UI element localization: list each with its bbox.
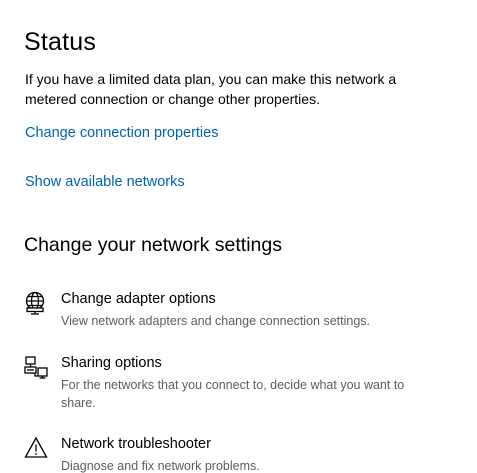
network-troubleshooter-title: Network troubleshooter	[61, 436, 211, 452]
network-settings-heading: Change your network settings	[24, 234, 282, 256]
show-available-networks-link[interactable]: Show available networks	[25, 174, 185, 190]
status-description: If you have a limited data plan, you can…	[25, 71, 397, 107]
network-status-page: Status If you have a limited data plan, …	[0, 0, 477, 473]
change-adapter-options-title: Change adapter options	[61, 291, 216, 307]
network-troubleshooter-subtitle: Diagnose and fix network problems.	[61, 459, 260, 473]
network-troubleshooter-item[interactable]: Network troubleshooter Diagnose and fix …	[24, 436, 444, 473]
sharing-icon	[24, 355, 48, 379]
change-adapter-options-subtitle: View network adapters and change connect…	[61, 314, 370, 328]
page-title: Status	[24, 28, 97, 56]
warning-icon	[24, 436, 48, 460]
globe-adapter-icon	[24, 291, 48, 315]
change-connection-properties-link[interactable]: Change connection properties	[25, 125, 218, 141]
sharing-options-item[interactable]: Sharing options For the networks that yo…	[24, 355, 444, 411]
sharing-options-subtitle: For the networks that you connect to, de…	[61, 378, 405, 410]
sharing-options-title: Sharing options	[61, 355, 162, 371]
change-adapter-options-item[interactable]: Change adapter options View network adap…	[24, 291, 444, 331]
